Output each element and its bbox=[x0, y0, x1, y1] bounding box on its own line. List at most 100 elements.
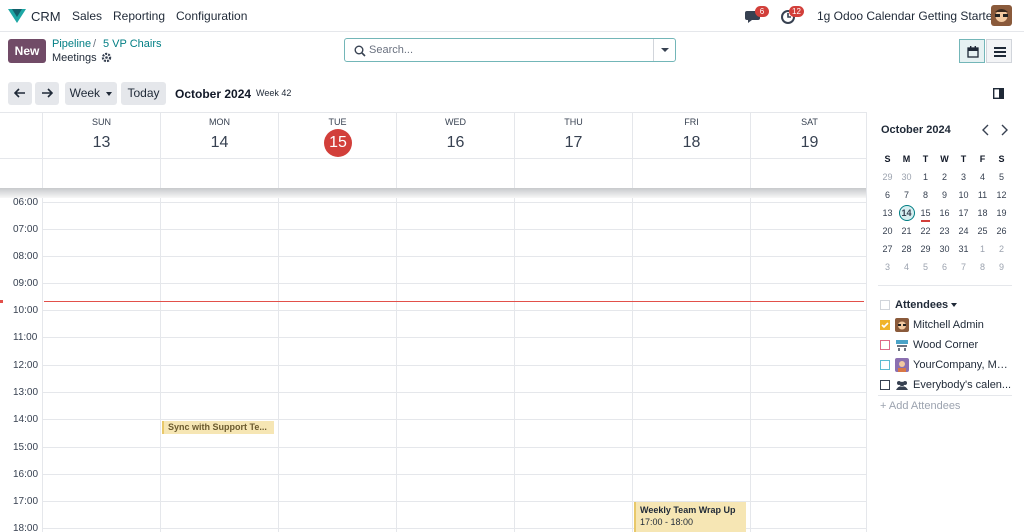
mini-day[interactable]: 30 bbox=[935, 240, 954, 258]
day-header-wed[interactable]: WED 16 bbox=[396, 113, 514, 158]
day-column-line bbox=[632, 198, 633, 532]
mini-day[interactable]: 1 bbox=[916, 168, 935, 186]
sidebar-toggle-icon[interactable] bbox=[993, 88, 1004, 99]
all-day-cell[interactable] bbox=[42, 159, 160, 189]
mini-day[interactable]: 9 bbox=[935, 186, 954, 204]
mini-day[interactable]: 20 bbox=[878, 222, 897, 240]
mini-day[interactable]: 29 bbox=[878, 168, 897, 186]
day-name: THU bbox=[564, 117, 583, 127]
mini-day[interactable]: 3 bbox=[878, 258, 897, 276]
breadcrumb-record[interactable]: 5 VP Chairs bbox=[103, 38, 162, 50]
day-header-thu[interactable]: THU 17 bbox=[514, 113, 632, 158]
attendee-checkbox[interactable] bbox=[880, 380, 890, 390]
user-avatar[interactable] bbox=[991, 5, 1012, 26]
menu-sales[interactable]: Sales bbox=[72, 9, 102, 23]
caret-down-icon[interactable] bbox=[951, 303, 957, 307]
chevron-left-icon[interactable] bbox=[981, 124, 991, 136]
all-day-cell[interactable] bbox=[396, 159, 514, 189]
mini-day[interactable]: 4 bbox=[897, 258, 916, 276]
mini-day[interactable]: 7 bbox=[954, 258, 973, 276]
day-column-line bbox=[514, 198, 515, 532]
mini-day[interactable]: 6 bbox=[878, 186, 897, 204]
mini-week-row: 20 21 22 23 24 25 26 bbox=[878, 222, 1019, 240]
mini-day[interactable]: 9 bbox=[992, 258, 1011, 276]
mini-day[interactable]: 8 bbox=[916, 186, 935, 204]
mini-day[interactable]: 24 bbox=[954, 222, 973, 240]
mini-day[interactable]: 31 bbox=[954, 240, 973, 258]
menu-reporting[interactable]: Reporting bbox=[113, 9, 165, 23]
event-sync-support[interactable]: Sync with Support Te... bbox=[162, 421, 274, 434]
hour-line bbox=[42, 392, 866, 393]
mini-day[interactable]: 12 bbox=[992, 186, 1011, 204]
attendee-checkbox[interactable] bbox=[880, 320, 890, 330]
mini-day[interactable]: 5 bbox=[992, 168, 1011, 186]
all-day-cell[interactable] bbox=[750, 159, 866, 189]
next-button[interactable] bbox=[35, 82, 59, 105]
mini-day[interactable]: 26 bbox=[992, 222, 1011, 240]
mini-day[interactable]: 30 bbox=[897, 168, 916, 186]
hour-line bbox=[42, 365, 866, 366]
company-switcher[interactable]: 1g Odoo Calendar Getting Started bbox=[817, 9, 999, 23]
mini-day[interactable]: 11 bbox=[973, 186, 992, 204]
calendar-view-button[interactable] bbox=[959, 39, 985, 63]
attendees-select-all-checkbox[interactable] bbox=[880, 300, 890, 310]
search-options-toggle[interactable] bbox=[653, 39, 675, 61]
chevron-right-icon[interactable] bbox=[999, 124, 1009, 136]
gear-icon[interactable] bbox=[101, 52, 112, 63]
mini-day[interactable]: 27 bbox=[878, 240, 897, 258]
day-header-sat[interactable]: SAT 19 bbox=[750, 113, 866, 158]
mini-day[interactable]: 28 bbox=[897, 240, 916, 258]
event-weekly-wrap-up[interactable]: Weekly Team Wrap Up 17:00 - 18:00 bbox=[634, 502, 746, 532]
mini-day[interactable]: 2 bbox=[935, 168, 954, 186]
mini-day[interactable]: 6 bbox=[935, 258, 954, 276]
mini-day[interactable]: 1 bbox=[973, 240, 992, 258]
mini-day[interactable]: 4 bbox=[973, 168, 992, 186]
mini-day[interactable]: 29 bbox=[916, 240, 935, 258]
scale-dropdown[interactable]: Week bbox=[65, 82, 117, 105]
breadcrumb-pipeline[interactable]: Pipeline bbox=[52, 38, 91, 50]
arrow-right-icon bbox=[42, 88, 54, 98]
crm-logo-icon[interactable] bbox=[8, 9, 26, 23]
mini-day[interactable]: 23 bbox=[935, 222, 954, 240]
all-day-cell[interactable] bbox=[632, 159, 750, 189]
mini-day[interactable]: 10 bbox=[954, 186, 973, 204]
all-day-cell[interactable] bbox=[160, 159, 278, 189]
add-attendees-link[interactable]: + Add Attendees bbox=[880, 400, 960, 412]
mini-day[interactable]: 7 bbox=[897, 186, 916, 204]
mini-day[interactable]: 21 bbox=[897, 222, 916, 240]
mini-day[interactable]: 25 bbox=[973, 222, 992, 240]
day-header-mon[interactable]: MON 14 bbox=[160, 113, 278, 158]
day-name: WED bbox=[445, 117, 466, 127]
mini-day[interactable]: 3 bbox=[954, 168, 973, 186]
list-view-button[interactable] bbox=[986, 39, 1012, 63]
mini-day[interactable]: 2 bbox=[992, 240, 1011, 258]
attendee-checkbox[interactable] bbox=[880, 360, 890, 370]
time-label: 12:00 bbox=[13, 360, 39, 371]
day-header-tue[interactable]: TUE 15 bbox=[278, 113, 396, 158]
mini-day[interactable]: 19 bbox=[992, 204, 1011, 222]
attendee-checkbox[interactable] bbox=[880, 340, 890, 350]
all-day-cell[interactable] bbox=[278, 159, 396, 189]
new-button[interactable]: New bbox=[8, 39, 46, 63]
mini-day[interactable]: 16 bbox=[935, 204, 954, 222]
mini-day-selected[interactable]: 14 bbox=[897, 204, 916, 222]
mini-day[interactable]: 5 bbox=[916, 258, 935, 276]
weekday-head: T bbox=[922, 154, 929, 164]
previous-button[interactable] bbox=[8, 82, 32, 105]
today-button[interactable]: Today bbox=[121, 82, 166, 105]
time-label: 08:00 bbox=[13, 251, 39, 262]
search-input[interactable] bbox=[369, 42, 649, 58]
attendees-filter-label[interactable]: Attendees bbox=[895, 299, 948, 311]
menu-configuration[interactable]: Configuration bbox=[176, 9, 247, 23]
all-day-cell[interactable] bbox=[514, 159, 632, 189]
mini-day[interactable]: 17 bbox=[954, 204, 973, 222]
mini-day-today[interactable]: 15 bbox=[916, 204, 935, 222]
mini-day[interactable]: 22 bbox=[916, 222, 935, 240]
caret-down-icon bbox=[106, 91, 113, 96]
day-header-fri[interactable]: FRI 18 bbox=[632, 113, 750, 158]
day-header-sun[interactable]: SUN 13 bbox=[42, 113, 160, 158]
mini-day[interactable]: 13 bbox=[878, 204, 897, 222]
mini-day[interactable]: 18 bbox=[973, 204, 992, 222]
app-name[interactable]: CRM bbox=[31, 9, 61, 24]
mini-day[interactable]: 8 bbox=[973, 258, 992, 276]
